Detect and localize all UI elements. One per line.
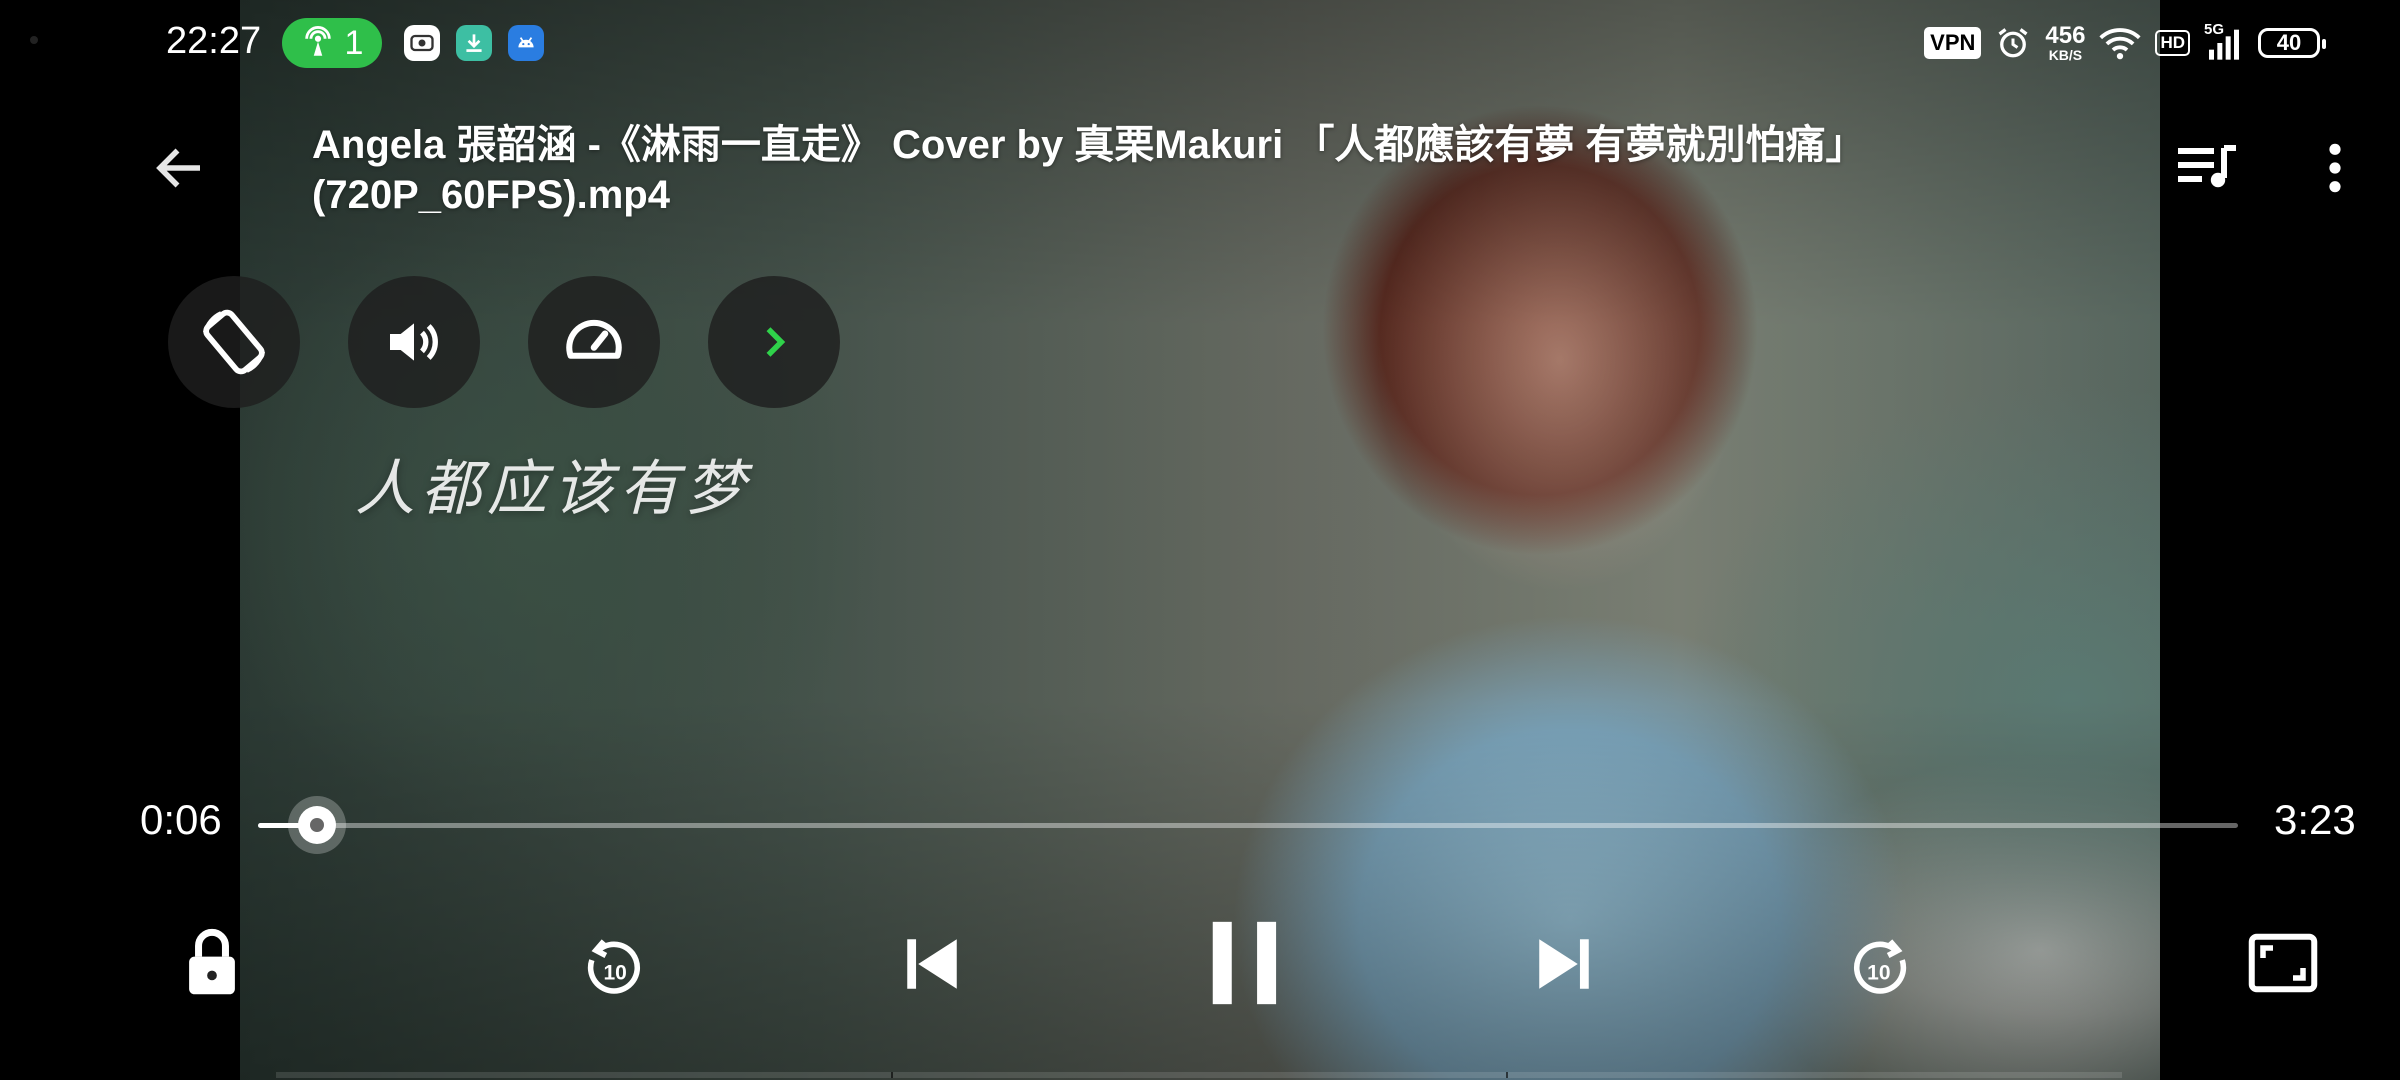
network-speed-unit: KB/S bbox=[2048, 47, 2083, 63]
gesture-navigation-bar[interactable] bbox=[276, 1072, 2122, 1078]
volume-button[interactable] bbox=[348, 276, 480, 408]
alarm-icon bbox=[1998, 28, 2028, 58]
more-options-button[interactable] bbox=[2320, 140, 2350, 196]
expand-controls-button[interactable] bbox=[708, 276, 840, 408]
wifi-icon bbox=[2099, 28, 2142, 60]
expand-more-icon bbox=[766, 327, 786, 357]
play-pause-button[interactable] bbox=[1208, 920, 1284, 1006]
more-vertical-icon bbox=[2329, 143, 2341, 193]
screen-record-icon bbox=[404, 25, 440, 61]
rewind-10-button[interactable]: 10 bbox=[576, 928, 652, 1004]
skip-previous-icon bbox=[907, 939, 957, 989]
speed-icon bbox=[566, 319, 622, 359]
cellular-signal: 5G bbox=[2204, 21, 2244, 63]
rewind-10-icon: 10 bbox=[587, 939, 641, 994]
video-burned-caption: 人都应该有梦 bbox=[355, 454, 751, 524]
download-icon bbox=[456, 25, 492, 61]
video-title: Angela 張韶涵 -《淋雨一直走》 Cover by 真栗Makuri 「人… bbox=[312, 123, 1866, 217]
status-clock: 22:27 bbox=[166, 20, 262, 62]
fullscreen-button[interactable] bbox=[2246, 930, 2320, 996]
hd-badge: HD bbox=[2155, 30, 2190, 56]
network-speed-value: 456 bbox=[2045, 22, 2086, 49]
back-button[interactable] bbox=[150, 138, 210, 198]
playlist-button[interactable] bbox=[2176, 140, 2240, 196]
status-right-group: VPN 456 KB/S HD 5G 40 bbox=[1924, 18, 2326, 68]
network-type: 5G bbox=[2204, 21, 2225, 38]
seek-thumb[interactable] bbox=[288, 796, 347, 854]
previous-button[interactable] bbox=[896, 926, 968, 1002]
hotspot-count: 1 bbox=[344, 23, 364, 62]
playback-speed-button[interactable] bbox=[528, 276, 660, 408]
forward-seconds-label: 10 bbox=[1867, 961, 1890, 984]
battery-level: 40 bbox=[2276, 30, 2302, 55]
network-speed: 456 KB/S bbox=[2045, 22, 2086, 63]
rewind-seconds-label: 10 bbox=[603, 961, 626, 984]
seek-bar[interactable] bbox=[258, 796, 2238, 854]
hotspot-icon bbox=[304, 26, 331, 56]
next-button[interactable] bbox=[1528, 926, 1600, 1002]
total-time: 3:23 bbox=[2274, 796, 2356, 843]
pause-icon bbox=[1212, 921, 1277, 1005]
forward-10-button[interactable]: 10 bbox=[1842, 928, 1918, 1004]
android-icon bbox=[508, 25, 544, 61]
lock-icon bbox=[189, 928, 235, 995]
forward-10-icon: 10 bbox=[1853, 939, 1907, 994]
volume-icon bbox=[390, 323, 438, 361]
aspect-ratio-icon bbox=[2248, 933, 2318, 993]
rotate-screen-icon bbox=[203, 309, 265, 375]
video-player-screen: 人都应该有梦 22:27 1 VPN 456 KB/S HD 5G 40 Ang… bbox=[0, 0, 2400, 1080]
skip-next-icon bbox=[1539, 939, 1589, 989]
current-time: 0:06 bbox=[140, 796, 222, 843]
lock-button[interactable] bbox=[182, 924, 242, 1000]
music-queue-icon bbox=[2178, 145, 2236, 188]
front-camera bbox=[30, 36, 38, 44]
battery-indicator: 40 bbox=[2258, 28, 2326, 58]
status-bar: 22:27 1 VPN 456 KB/S HD 5G 40 bbox=[0, 0, 2400, 84]
hotspot-indicator[interactable]: 1 bbox=[282, 18, 382, 68]
arrow-left-icon bbox=[156, 148, 200, 188]
vpn-badge: VPN bbox=[1924, 27, 1982, 59]
rotate-screen-button[interactable] bbox=[168, 276, 300, 408]
